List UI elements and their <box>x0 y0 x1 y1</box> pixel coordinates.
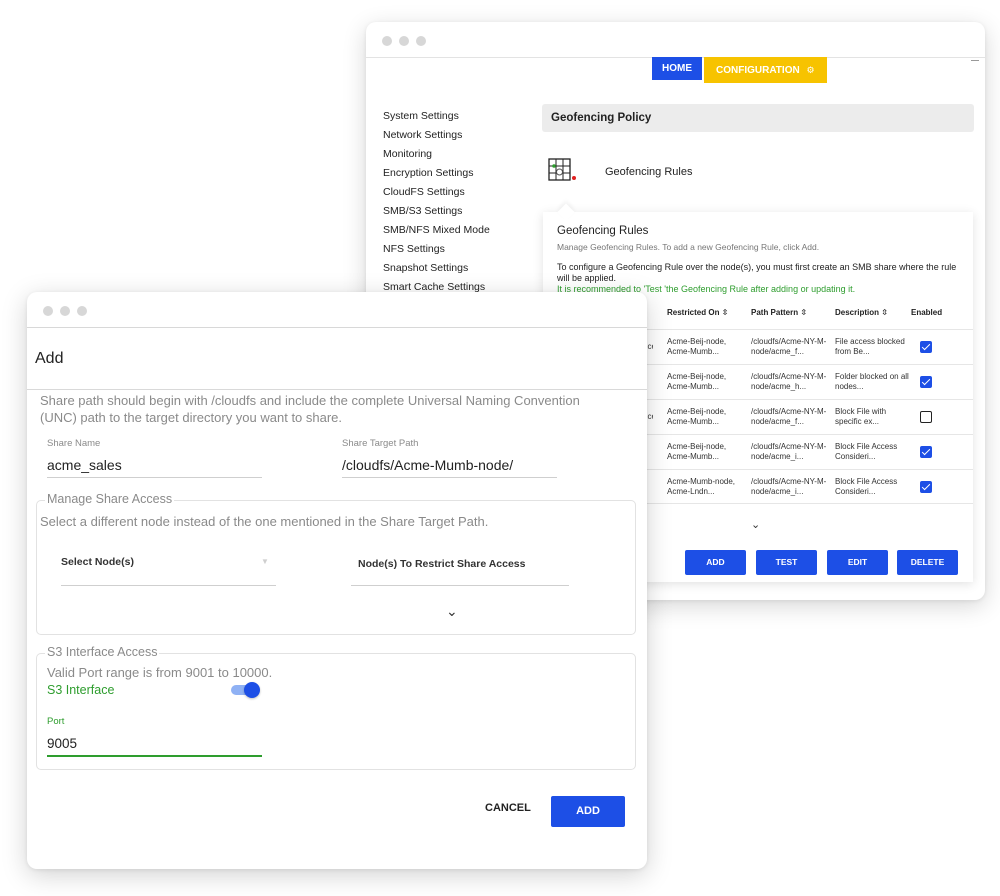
sidebar-item-cloudfs-settings[interactable]: CloudFS Settings <box>383 183 490 202</box>
enabled-checkbox[interactable] <box>920 411 932 423</box>
port-input[interactable]: 9005 <box>47 736 77 751</box>
table-cell-description: Folder blocked on all nodes... <box>835 372 909 391</box>
close-window-dot[interactable] <box>43 306 53 316</box>
window-controls <box>43 306 87 316</box>
dialog-title: Add <box>35 350 64 367</box>
maximize-window-dot[interactable] <box>416 36 426 46</box>
table-cell-description: File access blocked from Be... <box>835 337 905 356</box>
chevron-down-icon[interactable]: ⌄ <box>446 603 458 620</box>
table-cell-restricted-on: Acme-Beij-node, Acme-Mumb... <box>667 337 727 356</box>
chevron-down-icon[interactable]: ▼ <box>261 557 269 566</box>
restrict-nodes-dropdown[interactable]: Node(s) To Restrict Share Access <box>358 558 525 570</box>
toggle-knob <box>244 682 260 698</box>
table-cell-restricted-on: Acme-Beij-node, Acme-Mumb... <box>667 372 727 391</box>
add-rule-button[interactable]: ADD <box>685 550 746 575</box>
section-legend: S3 Interface Access <box>45 645 160 659</box>
maximize-window-dot[interactable] <box>77 306 87 316</box>
sidebar-item-network-settings[interactable]: Network Settings <box>383 126 490 145</box>
section-legend: Manage Share Access <box>45 492 175 506</box>
nav-home-tab[interactable]: HOME <box>652 57 702 80</box>
column-header-description[interactable]: Description ⇳ <box>835 308 888 317</box>
close-window-dot[interactable] <box>382 36 392 46</box>
table-cell-path-pattern: /cloudfs/Acme-NY-M-node/acme_f... <box>751 407 827 426</box>
add-button[interactable]: ADD <box>551 796 625 827</box>
enabled-checkbox[interactable] <box>920 481 932 493</box>
delete-rule-button[interactable]: DELETE <box>897 550 958 575</box>
table-cell-description: Block File Access Consideri... <box>835 477 898 496</box>
enabled-checkbox[interactable] <box>920 376 932 388</box>
geofencing-policy-header: Geofencing Policy <box>542 104 974 132</box>
table-cell-path-pattern: /cloudfs/Acme-NY-M-node/acme_f... <box>751 337 827 356</box>
share-target-path-underline <box>342 477 557 478</box>
select-nodes-underline <box>61 585 276 586</box>
table-cell-path-pattern: /cloudfs/Acme-NY-M-node/acme_h... <box>751 372 827 391</box>
restrict-nodes-underline <box>351 585 569 586</box>
panel-subtitle: Manage Geofencing Rules. To add a new Ge… <box>557 242 820 252</box>
settings-sidebar: System Settings Network Settings Monitor… <box>383 107 490 297</box>
nav-configuration-label: CONFIGURATION <box>716 65 800 76</box>
sidebar-item-nfs-settings[interactable]: NFS Settings <box>383 240 490 259</box>
table-cell-description: Block File with specific ex... <box>835 407 887 426</box>
sidebar-item-system-settings[interactable]: System Settings <box>383 107 490 126</box>
share-name-underline <box>47 477 262 478</box>
table-cell-path-pattern: /cloudfs/Acme-NY-M-node/acme_i... <box>751 477 827 496</box>
select-nodes-dropdown[interactable]: Select Node(s) <box>61 556 134 568</box>
panel-instruction: To configure a Geofencing Rule over the … <box>557 262 957 283</box>
window-controls <box>382 36 426 46</box>
column-header-path-pattern[interactable]: Path Pattern ⇳ <box>751 308 807 317</box>
section-hint: Valid Port range is from 9001 to 10000. <box>47 665 273 680</box>
minimize-window-dot[interactable] <box>399 36 409 46</box>
minimize-window-dot[interactable] <box>60 306 70 316</box>
column-header-restricted-on[interactable]: Restricted On ⇳ <box>667 308 728 317</box>
section-hint: Select a different node instead of the o… <box>40 514 489 529</box>
table-cell-restricted-on: Acme-Mumb-node, Acme-Lndn... <box>667 477 736 496</box>
sidebar-item-monitoring[interactable]: Monitoring <box>383 145 490 164</box>
gear-icon: ⚙ <box>806 65 815 75</box>
table-cell-description: Block File Access Consideri... <box>835 442 898 461</box>
table-cell-path-pattern: /cloudfs/Acme-NY-M-node/acme_i... <box>751 442 827 461</box>
chevron-down-icon[interactable]: ⌄ <box>751 518 760 531</box>
table-cell-restricted-on: Acme-Beij-node, Acme-Mumb... <box>667 407 727 426</box>
sidebar-item-snapshot-settings[interactable]: Snapshot Settings <box>383 259 490 278</box>
page-title: Geofencing Policy <box>551 112 652 124</box>
window-titlebar <box>366 22 985 58</box>
panel-title: Geofencing Rules <box>557 225 649 237</box>
edit-rule-button[interactable]: EDIT <box>827 550 888 575</box>
divider <box>27 389 647 390</box>
geofencing-rules-heading[interactable]: Geofencing Rules <box>605 166 692 178</box>
port-underline <box>47 755 262 757</box>
sidebar-item-smb-s3-settings[interactable]: SMB/S3 Settings <box>383 202 490 221</box>
scrollbar-indicator[interactable] <box>971 60 979 61</box>
nav-configuration-tab[interactable]: CONFIGURATION ⚙ <box>704 57 827 83</box>
geofence-grid-icon[interactable] <box>548 158 576 186</box>
manage-share-access-section: Manage Share Access Select a different n… <box>36 492 636 635</box>
share-target-path-input[interactable]: /cloudfs/Acme-Mumb-node/ <box>342 457 513 473</box>
table-cell-restricted-on: Acme-Beij-node, Acme-Mumb... <box>667 442 727 461</box>
port-label: Port <box>47 716 65 727</box>
top-navigation: HOME CONFIGURATION ⚙ <box>652 57 827 83</box>
s3-interface-access-section: S3 Interface Access Valid Port range is … <box>36 645 636 770</box>
enabled-checkbox[interactable] <box>920 446 932 458</box>
test-rule-button[interactable]: TEST <box>756 550 817 575</box>
s3-interface-toggle[interactable] <box>229 682 260 698</box>
s3-interface-label: S3 Interface <box>47 683 115 697</box>
enabled-checkbox[interactable] <box>920 341 932 353</box>
column-header-enabled: Enabled <box>911 308 943 317</box>
sidebar-item-smb-nfs-mixed-mode[interactable]: SMB/NFS Mixed Mode <box>383 221 490 240</box>
share-name-label: Share Name <box>47 438 101 449</box>
dialog-description: Share path should begin with /cloudfs an… <box>40 393 580 425</box>
cancel-button[interactable]: CANCEL <box>485 802 531 814</box>
share-name-input[interactable]: acme_sales <box>47 457 122 473</box>
share-target-path-label: Share Target Path <box>342 438 419 449</box>
add-share-dialog: Add Share path should begin with /cloudf… <box>27 292 647 869</box>
sidebar-item-encryption-settings[interactable]: Encryption Settings <box>383 164 490 183</box>
dialog-titlebar <box>27 292 647 328</box>
